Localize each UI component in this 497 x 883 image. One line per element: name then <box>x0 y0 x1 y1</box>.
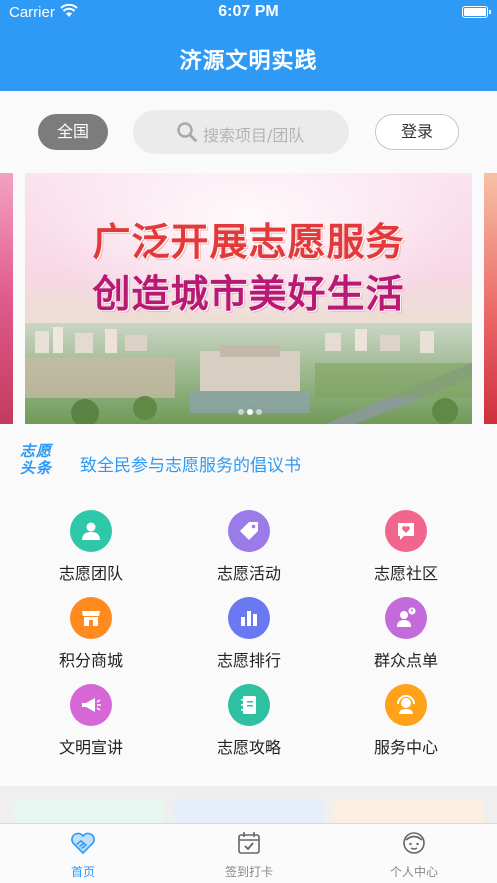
feature-card-peek[interactable] <box>174 799 323 823</box>
feature-card-peek[interactable] <box>334 799 483 823</box>
menu-item-volunteer-activity[interactable]: 志愿活动 <box>179 503 319 583</box>
tab-profile[interactable]: 个人中心 <box>331 824 497 883</box>
menu-item-label: 服务中心 <box>373 738 438 757</box>
menu-item-volunteer-team[interactable]: 志愿团队 <box>21 503 161 583</box>
headline-tag-line-1: 志愿 <box>20 442 53 460</box>
headline-tag-line-2: 头条 <box>20 459 53 477</box>
handshake-heart-icon <box>71 832 95 855</box>
banner-next-slide[interactable] <box>484 173 497 424</box>
tag-icon <box>228 510 270 552</box>
menu-item-label: 志愿社区 <box>373 564 438 583</box>
notebook-icon <box>228 684 270 726</box>
status-bar: Carrier 6:07 PM <box>0 0 497 26</box>
menu-item-public-request[interactable]: 群众点单 <box>336 590 476 670</box>
menu-item-label: 志愿团队 <box>58 564 123 583</box>
banner-prev-slide[interactable] <box>0 173 13 424</box>
app-header: Carrier 6:07 PM 济源文明实践 <box>0 0 497 91</box>
page-title: 济源文明实践 <box>179 49 318 74</box>
menu-item-volunteer-community[interactable]: 志愿社区 <box>336 503 476 583</box>
headset-icon <box>385 684 427 726</box>
menu-item-label: 志愿排行 <box>216 651 281 670</box>
login-button[interactable]: 登录 <box>375 114 459 150</box>
menu-item-service-center[interactable]: 服务中心 <box>336 677 476 757</box>
store-icon <box>70 597 112 639</box>
banner-headline-1: 广泛开展志愿服务 <box>92 220 405 264</box>
carousel-indicator <box>238 409 262 415</box>
tab-label: 个人中心 <box>389 865 438 879</box>
feature-grid: 志愿团队 志愿活动 志愿社区 积分商城 志愿排行 群众点单 文明宣讲 志愿攻略 … <box>0 503 497 773</box>
tab-check-in[interactable]: 签到打卡 <box>166 824 332 883</box>
banner-headline-2: 创造城市美好生活 <box>92 272 405 316</box>
tab-home[interactable]: 首页 <box>0 824 166 883</box>
menu-item-label: 群众点单 <box>373 651 438 670</box>
calendar-check-icon <box>238 832 260 854</box>
team-icon <box>70 510 112 552</box>
menu-item-label: 积分商城 <box>58 651 123 670</box>
status-time: 6:07 PM <box>218 3 279 20</box>
search-input[interactable]: 搜索项目/团队 <box>133 110 349 154</box>
menu-item-volunteer-guide[interactable]: 志愿攻略 <box>179 677 319 757</box>
menu-item-label: 文明宣讲 <box>58 738 123 757</box>
menu-item-label: 志愿活动 <box>216 564 281 583</box>
search-icon <box>177 122 197 142</box>
carousel-dot[interactable] <box>238 409 244 415</box>
megaphone-icon <box>70 684 112 726</box>
profile-icon <box>403 832 425 854</box>
heart-chat-icon <box>385 510 427 552</box>
carousel-dot-active[interactable] <box>247 409 253 415</box>
feature-card-peek[interactable] <box>14 799 163 823</box>
search-placeholder: 搜索项目/团队 <box>203 126 305 145</box>
menu-item-points-mall[interactable]: 积分商城 <box>21 590 161 670</box>
menu-item-civic-lecture[interactable]: 文明宣讲 <box>21 677 161 757</box>
bottom-tab-bar: 首页 签到打卡 个人中心 <box>0 823 497 883</box>
headline-tag: 志愿 头条 <box>20 443 60 477</box>
headline-link[interactable]: 致全民参与志愿服务的倡议书 <box>80 451 301 476</box>
search-row: 全国 搜索项目/团队 登录 <box>0 110 497 154</box>
headline-row[interactable]: 志愿 头条 致全民参与志愿服务的倡议书 <box>0 440 497 484</box>
menu-item-label: 志愿攻略 <box>216 738 281 757</box>
ranking-icon <box>228 597 270 639</box>
menu-item-volunteer-ranking[interactable]: 志愿排行 <box>179 590 319 670</box>
battery-icon <box>462 6 491 18</box>
banner-carousel[interactable]: 广泛开展志愿服务 创造城市美好生活 <box>25 173 472 424</box>
tab-label: 首页 <box>70 865 95 879</box>
carousel-dot[interactable] <box>256 409 262 415</box>
tab-label: 签到打卡 <box>224 865 273 879</box>
user-question-icon <box>385 597 427 639</box>
region-selector-button[interactable]: 全国 <box>38 114 108 150</box>
